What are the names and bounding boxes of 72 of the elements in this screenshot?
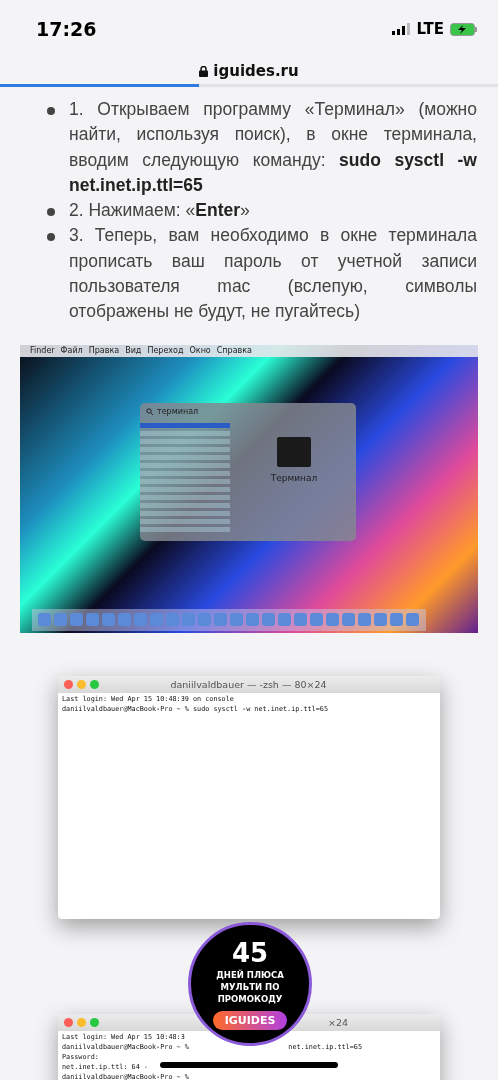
result-row[interactable] [140,486,230,492]
step-text: 3. Теперь, вам необходимо в окне терминала прописать ваш пароль от учетной записи пользователя mac (вслепую, символы отображены не будут, не пугайтесь) [69,224,477,324]
app-icon[interactable] [86,613,99,627]
result-row[interactable] [140,526,230,532]
step-text: 2. Нажимаем: «Enter» [69,199,250,223]
result-row[interactable] [140,438,230,444]
menu-item[interactable]: Окно [189,346,211,356]
network-label: LTE [416,20,444,38]
result-row[interactable] [140,462,230,468]
app-icon[interactable] [278,613,291,627]
app-icon[interactable] [230,613,243,627]
app-icon[interactable] [214,613,227,627]
app-name: Терминал [270,472,318,483]
result-row[interactable] [140,454,230,460]
promo-text: ДНЕЙ ПЛЮСА МУЛЬТИ ПО ПРОМОКОДУ [215,968,285,1005]
minimize-button[interactable] [77,1017,86,1027]
app-icon[interactable] [182,613,195,627]
promo-code-button[interactable]: IGUIDES [212,1010,288,1030]
result-row[interactable] [140,518,230,524]
menu-item[interactable]: Переход [147,346,184,356]
close-button[interactable] [64,1017,73,1027]
app-icon[interactable] [150,613,163,627]
zoom-button[interactable] [90,679,99,689]
battery-charging-icon [450,22,478,36]
zoom-button[interactable] [90,1017,99,1027]
terminal-app-icon [277,436,311,467]
result-row[interactable] [140,430,230,436]
app-icon[interactable] [342,613,355,627]
app-icon[interactable] [102,613,115,627]
app-icon[interactable] [390,613,403,627]
app-icon[interactable] [70,613,83,627]
bullet [47,233,55,242]
search-query[interactable]: терминал [157,407,199,417]
menu-item[interactable]: Справка [216,346,252,356]
window-title: daniilvaldbauer — -zsh — 80×24 [170,678,328,690]
app-icon[interactable] [134,613,147,627]
menu-item[interactable]: Вид [125,346,142,356]
window-title: ×24 [327,1016,348,1028]
result-row[interactable] [140,422,230,428]
result-row[interactable] [140,478,230,484]
bullet [47,107,55,115]
search-icon [146,408,153,416]
app-icon[interactable] [118,613,131,627]
close-button[interactable] [64,679,73,689]
result-row[interactable] [140,494,230,500]
menu-item[interactable]: Файл [60,346,83,356]
minimize-button[interactable] [77,679,86,689]
bullet [47,208,55,217]
result-row[interactable] [140,502,230,508]
step-text: 1. Открываем программу «Терминал» (можно найти, используя поиск), в окне терминала, вводим следующую команду: sudo sysctl -w net.inet.ip.ttl=65 [69,98,477,197]
menu-item[interactable]: Finder [30,346,55,356]
menu-item[interactable]: Правка [88,346,120,356]
result-row[interactable] [140,510,230,516]
promo-number: 45 [231,938,269,967]
app-icon[interactable] [166,613,179,627]
app-icon[interactable] [310,613,323,627]
app-icon[interactable] [38,613,51,627]
app-icon[interactable] [262,613,275,627]
result-row[interactable] [140,446,230,452]
result-row[interactable] [140,470,230,476]
signal-icon [392,23,411,35]
app-icon[interactable] [374,613,387,627]
address-domain[interactable]: iguides.ru [213,62,299,80]
status-time: 17:26 [36,18,97,40]
app-icon[interactable] [246,613,259,627]
lock-icon [199,65,209,77]
app-icon[interactable] [326,613,339,627]
app-icon[interactable] [406,613,419,627]
app-icon[interactable] [54,613,67,627]
app-icon[interactable] [358,613,371,627]
app-icon[interactable] [294,613,307,627]
app-icon[interactable] [198,613,211,627]
